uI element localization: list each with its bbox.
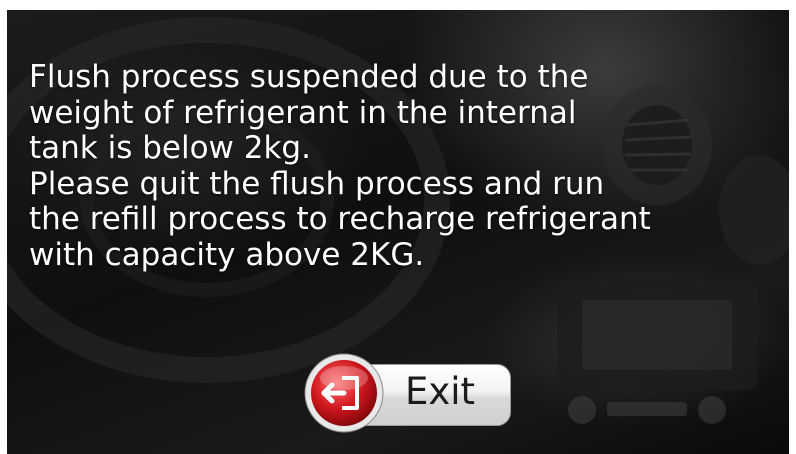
message-line: Please quit the flush process and run — [29, 165, 605, 202]
exit-button-label[interactable]: Exit — [405, 370, 475, 414]
message-line: with capacity above 2KG. — [29, 236, 425, 273]
dialog-screen: Flush process suspended due to the weigh… — [7, 10, 789, 454]
message-line: Flush process suspended due to the — [29, 59, 589, 95]
message-line: weight of refrigerant in the internal — [29, 94, 577, 131]
message-line: tank is below 2kg. — [29, 130, 311, 166]
message-line: the refill process to recharge refrigera… — [29, 201, 651, 237]
suspend-message: Flush process suspended due to the weigh… — [29, 59, 785, 273]
exit-door-arrow-icon[interactable] — [302, 350, 386, 434]
exit-button[interactable]: Exit — [302, 350, 512, 434]
